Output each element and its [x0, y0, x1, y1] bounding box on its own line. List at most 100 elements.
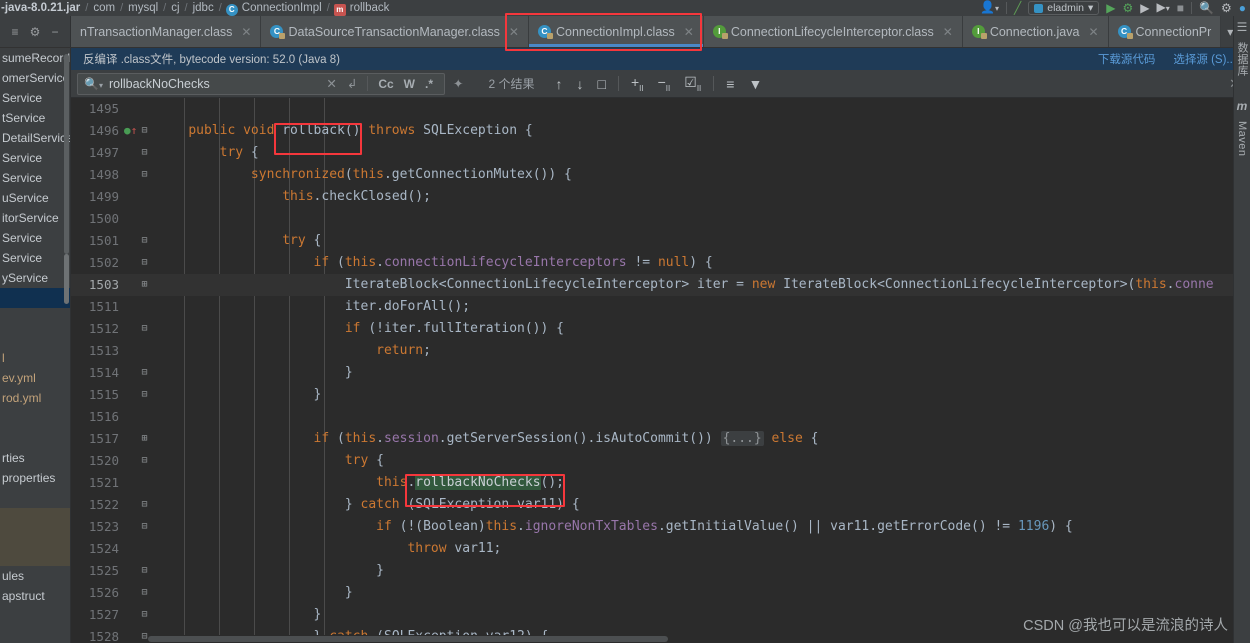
tree-item[interactable]: Service	[0, 168, 70, 188]
tree-item[interactable]: Service	[0, 248, 70, 268]
breadcrumb-item-mysql[interactable]: mysql	[127, 0, 159, 16]
build-hammer-icon[interactable]: ╱	[1014, 0, 1021, 16]
breadcrumb-item-jdbc[interactable]: jdbc	[192, 0, 215, 16]
code-line[interactable]: 1513 return;	[71, 340, 1250, 362]
run-icon[interactable]: ▶	[1106, 0, 1115, 16]
override-implement-icon[interactable]: ●↑	[124, 120, 137, 142]
code-line[interactable]: 1512 ⊟ if (!iter.fullIteration()) {	[71, 318, 1250, 340]
choose-source-link[interactable]: 选择源 (S)...	[1173, 51, 1236, 67]
collapse-fold-icon[interactable]: ⊟	[139, 318, 150, 340]
code-line[interactable]: 1521 this.rollbackNoChecks();	[71, 472, 1250, 494]
search-history-icon[interactable]: ↲	[342, 76, 362, 91]
tree-item[interactable]: ules	[0, 566, 70, 586]
code-line[interactable]: 1495	[71, 98, 1250, 120]
collapse-fold-icon[interactable]: ⊟	[139, 142, 150, 164]
tree-item[interactable]: DetailService	[0, 128, 70, 148]
sidebar-scrollbar[interactable]	[64, 54, 69, 254]
code-line[interactable]: 1511 iter.doForAll();	[71, 296, 1250, 318]
collapse-fold-icon[interactable]: ⊟	[139, 252, 150, 274]
toolwindow-maven[interactable]: Maven	[1236, 121, 1248, 157]
code-line[interactable]: 1501 ⊟ try {	[71, 230, 1250, 252]
code-line[interactable]: 1503 ⊞ IterateBlock<ConnectionLifecycleIn…	[71, 274, 1250, 296]
code-line[interactable]: 1524 throw var11;	[71, 538, 1250, 560]
sidebar-scrollbar-thumb[interactable]	[64, 254, 69, 304]
tree-item[interactable]: apstruct	[0, 586, 70, 606]
find-previous-icon[interactable]: ↑	[549, 76, 570, 92]
tree-item[interactable]: sumeRecord	[0, 48, 70, 68]
match-case-toggle[interactable]: Cc	[373, 77, 398, 91]
sort-results-icon[interactable]: ≡	[719, 76, 741, 92]
close-icon[interactable]: ✕	[684, 25, 694, 39]
code-line[interactable]: 1523 ⊟ if (!(Boolean)this.ignoreNonTxTabl…	[71, 516, 1250, 538]
stop-icon[interactable]: ■	[1177, 0, 1184, 16]
search-input[interactable]: 🔍▾ rollbackNoChecks ✕ ↲ Cc W .*	[77, 72, 445, 95]
minimize-icon[interactable]: −	[51, 25, 58, 39]
tree-item[interactable]: tService	[0, 108, 70, 128]
code-line[interactable]: 1525 ⊟ }	[71, 560, 1250, 582]
project-tree-sidebar[interactable]: sumeRecord omerService Service tService Deta…	[0, 48, 71, 643]
add-occurrence-icon[interactable]: +II	[624, 74, 651, 93]
code-editor[interactable]: 1495 1496 ●↑ ⊟ public void rollback() throw…	[71, 98, 1250, 643]
collapse-fold-icon[interactable]: ⊟	[139, 362, 150, 384]
settings-gear-icon[interactable]: ⚙	[30, 25, 41, 39]
run-configuration-selector[interactable]: eladmin ▾	[1028, 1, 1100, 15]
breadcrumb-item-class[interactable]: ConnectionImpl	[241, 0, 323, 16]
debug-icon[interactable]: ⚙	[1123, 0, 1134, 16]
run-with-coverage-icon[interactable]: ▶	[1140, 0, 1149, 16]
tree-item[interactable]: uService	[0, 188, 70, 208]
collapse-fold-icon[interactable]: ⊟	[139, 384, 150, 406]
collapse-fold-icon[interactable]: ⊟	[139, 230, 150, 252]
breadcrumb-item-jar[interactable]: -java-8.0.21.jar	[0, 0, 81, 16]
tab-connectionpr[interactable]: C ConnectionPr	[1108, 16, 1222, 47]
code-line[interactable]: 1502 ⊟ if (this.connectionLifecycleInterc…	[71, 252, 1250, 274]
breadcrumb-item-method[interactable]: rollback	[349, 0, 391, 16]
collapse-fold-icon[interactable]: ⊟	[139, 450, 150, 472]
tab-connection-java[interactable]: I Connection.java ✕	[962, 16, 1109, 47]
code-line[interactable]: 1499 this.checkClosed();	[71, 186, 1250, 208]
clear-search-icon[interactable]: ✕	[321, 76, 341, 91]
tree-item[interactable]: l	[0, 348, 70, 368]
collapse-fold-icon[interactable]: ⊟	[139, 604, 150, 626]
code-line[interactable]: 1517 ⊞ if (this.session.getServerSession(…	[71, 428, 1250, 450]
tree-item[interactable]: omerService	[0, 68, 70, 88]
select-occurrences-icon[interactable]: ☑II	[677, 74, 708, 93]
download-source-link[interactable]: 下载源代码	[1098, 51, 1156, 67]
tree-item[interactable]	[0, 288, 70, 308]
settings-gear-icon[interactable]: ⚙	[1221, 0, 1232, 16]
code-line[interactable]: 1498 ⊟ synchronized(this.getConnectionMut…	[71, 164, 1250, 186]
maven-icon[interactable]: m	[1237, 99, 1248, 113]
code-line[interactable]: 1500	[71, 208, 1250, 230]
expand-fold-icon[interactable]: ⊞	[139, 274, 150, 296]
collapse-fold-icon[interactable]: ⊟	[139, 516, 150, 538]
filter-results-icon[interactable]: ▼	[741, 76, 769, 92]
ide-updates-icon[interactable]: ●	[1239, 0, 1246, 16]
collapse-fold-icon[interactable]: ⊟	[139, 164, 150, 186]
collapse-fold-icon[interactable]: ⊟	[139, 582, 150, 604]
tab-transactionmanager[interactable]: nTransactionManager.class ✕	[71, 16, 262, 47]
close-icon[interactable]: ✕	[1088, 25, 1098, 39]
tree-item[interactable]: rod.yml	[0, 388, 70, 408]
code-line[interactable]: 1496 ●↑ ⊟ public void rollback() throws SQ…	[71, 120, 1250, 142]
profile-dropdown-icon[interactable]: 👤▾	[980, 0, 999, 16]
toolwindow-database[interactable]: 数据库	[1234, 42, 1250, 77]
regex-toggle[interactable]: .*	[420, 77, 438, 91]
select-all-occurrences-icon[interactable]: □	[591, 76, 613, 92]
code-line[interactable]: 1497 ⊟ try {	[71, 142, 1250, 164]
breadcrumb-item-cj[interactable]: cj	[170, 0, 180, 16]
collapse-fold-icon[interactable]: ⊟	[139, 560, 150, 582]
code-line[interactable]: 1520 ⊟ try {	[71, 450, 1250, 472]
code-line[interactable]: 1514 ⊟ }	[71, 362, 1250, 384]
database-icon[interactable]: ☰	[1237, 20, 1248, 34]
close-icon[interactable]: ✕	[509, 25, 519, 39]
collapse-fold-icon[interactable]: ⊟	[139, 494, 150, 516]
tab-connectionimpl[interactable]: C ConnectionImpl.class ✕	[528, 16, 704, 47]
filter-icon[interactable]: ✦	[445, 76, 468, 91]
tree-item[interactable]: itorService	[0, 208, 70, 228]
tree-item[interactable]: Service	[0, 228, 70, 248]
editor-horizontal-scrollbar[interactable]	[148, 635, 1238, 643]
tab-connectionlifecycleinterceptor[interactable]: I ConnectionLifecycleInterceptor.class ✕	[703, 16, 963, 47]
tree-item[interactable]: Service	[0, 148, 70, 168]
whole-words-toggle[interactable]: W	[399, 77, 420, 91]
code-line[interactable]: 1516	[71, 406, 1250, 428]
tab-datasourcetransactionmanager[interactable]: C DataSourceTransactionManager.class ✕	[261, 16, 529, 47]
